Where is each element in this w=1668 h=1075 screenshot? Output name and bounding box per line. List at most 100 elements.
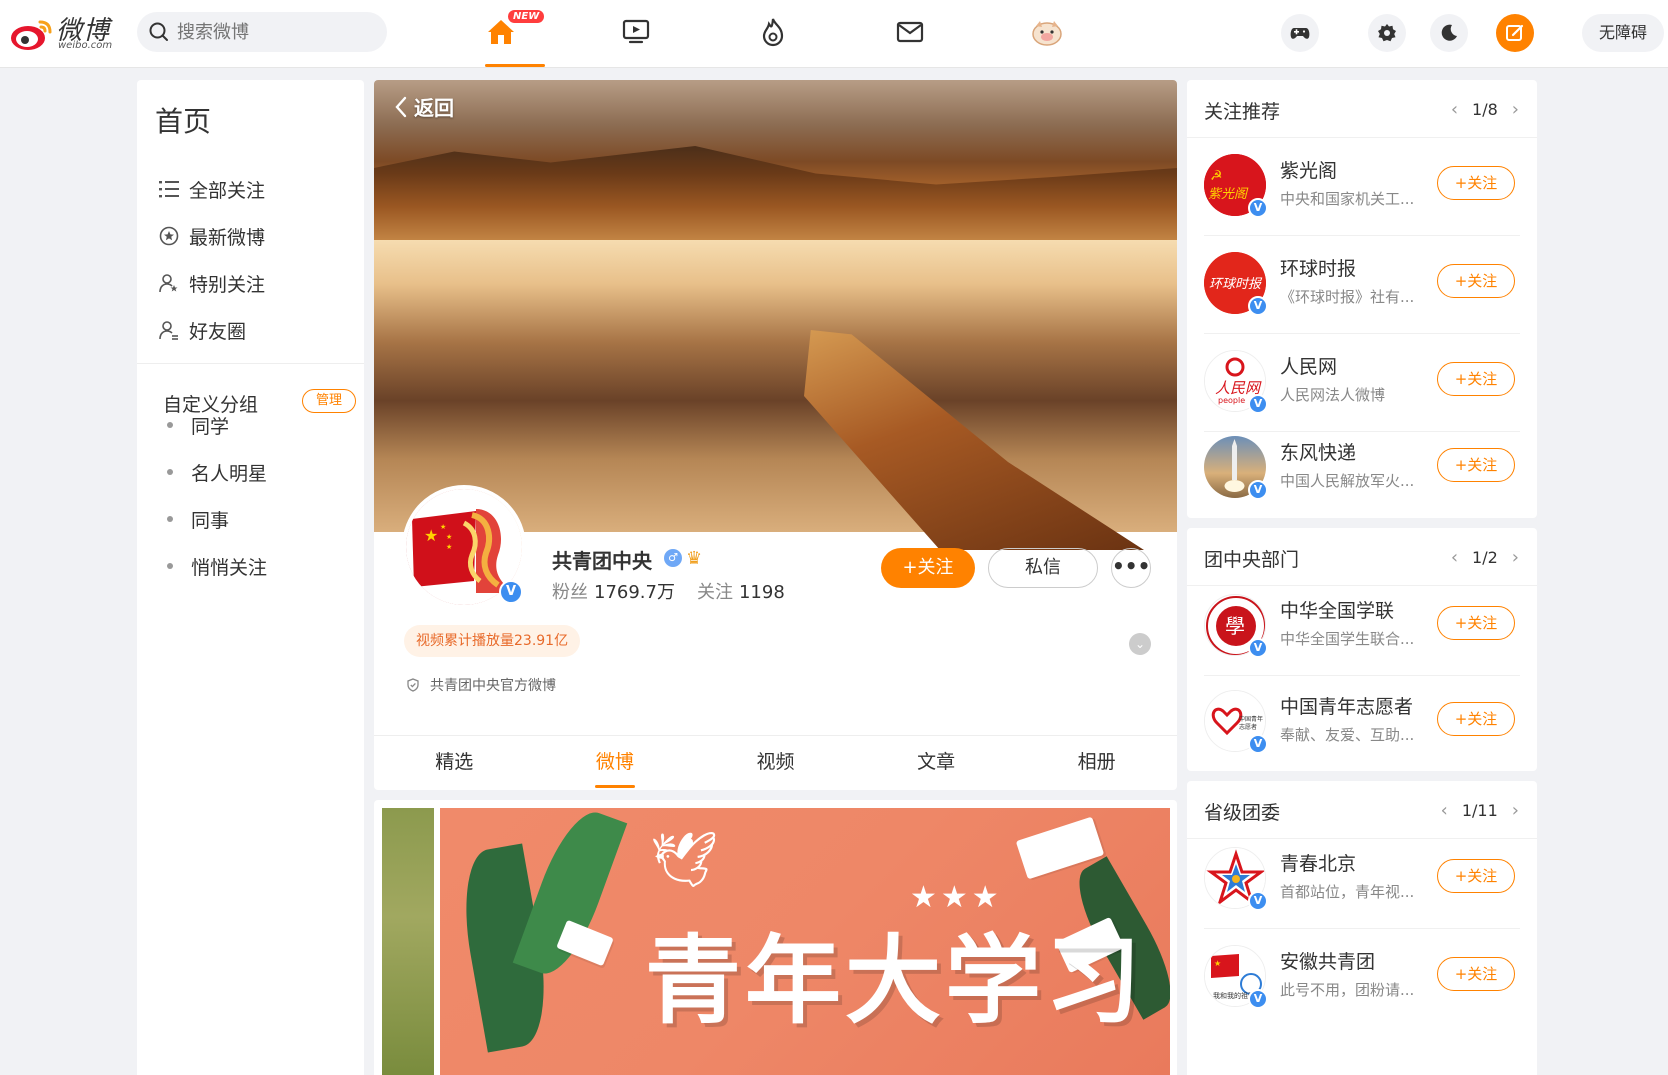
account-name[interactable]: 环球时报 [1280,254,1356,281]
official-text: 共青团中央官方微博 [430,678,556,694]
recommend-item[interactable]: V 青春北京 首都站位，青年视... +关注 [1187,831,1537,929]
account-name[interactable]: 中国青年志愿者 [1280,692,1413,719]
follow-button[interactable]: +关注 [1437,859,1515,893]
recommend-item[interactable]: ☭ 紫光阁 V 紫光阁 中央和国家机关工... +关注 [1187,138,1537,236]
chevron-left-icon [395,96,407,117]
verified-badge-icon: V [1248,198,1268,218]
sidebar-item-all-following[interactable]: 全部关注 [159,174,265,204]
profile-stats: 粉丝 1769.7万 关注 1198 [552,578,785,604]
group-label: 悄悄关注 [191,556,268,579]
message-button[interactable]: 私信 [988,548,1098,588]
group-item[interactable]: 同事 [167,504,229,534]
account-name[interactable]: 青春北京 [1280,849,1356,876]
recommend-item[interactable]: 环球时报 V 环球时报 《环球时报》社有... +关注 [1187,236,1537,334]
dark-mode-button[interactable] [1430,14,1468,52]
chevron-right-icon[interactable]: › [1512,547,1519,568]
edit-icon [1506,24,1524,41]
follow-button[interactable]: +关注 [1437,606,1515,640]
account-name[interactable]: 中华全国学联 [1280,596,1394,623]
recommend-card: 关注推荐 ‹ 1/8 › ☭ 紫光阁 V 紫光阁 中央和国家机关工... +关注… [1187,80,1537,518]
pinned-strip-image[interactable] [382,808,434,1075]
sidebar-item-label: 最新微博 [189,226,266,249]
flame-icon [762,18,784,47]
recommend-item[interactable]: 人民网 people V 人民网 人民网法人微博 +关注 [1187,334,1537,432]
tab-featured[interactable]: 精选 [374,736,535,790]
left-sidebar: 首页 全部关注 最新微博 特别关注 好友圈 自定义分组 管理 同学 名人明星 同… [137,80,364,1075]
tab-video[interactable]: 视频 [695,736,856,790]
account-name[interactable]: 东风快递 [1280,438,1356,465]
follow-button[interactable]: +关注 [1437,166,1515,200]
recommend-item[interactable]: 學 V 中华全国学联 中华全国学生联合... +关注 [1187,578,1537,676]
follow-button[interactable]: +关注 [1437,957,1515,991]
more-options-button[interactable]: ••• [1111,548,1151,588]
shield-icon [407,678,419,692]
search-box[interactable] [137,12,387,52]
follow-button[interactable]: +关注 [1437,448,1515,482]
follow-button[interactable]: +关注 [1437,702,1515,736]
recommend-item[interactable]: V 东风快递 中国人民解放军火... +关注 [1187,420,1537,518]
account-name[interactable]: 人民网 [1280,352,1337,379]
account-desc: 首都站位，青年视... [1280,883,1415,901]
follow-button[interactable]: +关注 [1437,362,1515,396]
chevron-left-icon[interactable]: ‹ [1441,800,1448,821]
group-item[interactable]: 悄悄关注 [167,551,267,581]
search-input[interactable] [177,20,367,44]
accessibility-button[interactable]: 无障碍 [1582,14,1664,52]
provincial-committees-card: 省级团委 ‹ 1/11 › V 青春北京 首都站位，青年视... +关注 ★ 我… [1187,781,1537,1075]
chevron-right-icon[interactable]: › [1512,800,1519,821]
sidebar-title[interactable]: 首页 [155,100,211,140]
sidebar-item-friends[interactable]: 好友圈 [159,315,246,345]
gamepad-icon [1290,28,1310,39]
svg-text:志愿者: 志愿者 [1239,723,1257,731]
back-button[interactable]: 返回 [394,92,454,121]
tab-articles[interactable]: 文章 [856,736,1017,790]
card-pager: ‹ 1/8 › [1437,99,1519,120]
nav-messages[interactable] [888,12,932,52]
sidebar-item-latest[interactable]: 最新微博 [159,221,265,251]
fans-count[interactable]: 1769.7万 [594,582,675,603]
compose-button[interactable] [1496,14,1534,52]
svg-text:紫光阁: 紫光阁 [1208,186,1249,202]
chevron-right-icon[interactable]: › [1512,99,1519,120]
group-label: 同事 [191,509,230,532]
following-label: 关注 [696,582,733,603]
video-play-count-tag: 视频累计播放量23.91亿 [404,625,581,657]
svg-text:环球时报: 环球时报 [1209,277,1263,292]
page-indicator: 1/11 [1461,801,1498,820]
game-button[interactable] [1281,14,1319,52]
recommend-item[interactable]: 中国青年 志愿者 V 中国青年志愿者 奉献、友爱、互助... +关注 [1187,674,1537,772]
follow-button[interactable]: +关注 [1437,264,1515,298]
following-count[interactable]: 1198 [739,582,785,603]
profile-name: 共青团中央 [552,549,652,573]
sidebar-item-special[interactable]: 特别关注 [159,268,265,298]
tab-weibo[interactable]: 微博 [535,736,696,790]
tab-album[interactable]: 相册 [1016,736,1177,790]
weibo-logo[interactable]: 微博 weibo.com [10,10,120,54]
group-item[interactable]: 名人明星 [167,457,267,487]
nav-video[interactable] [614,12,658,52]
group-label: 同学 [191,415,230,438]
chevron-left-icon[interactable]: ‹ [1451,99,1458,120]
account-name[interactable]: 紫光阁 [1280,156,1337,183]
bullet-icon [167,516,173,522]
user-group-icon [159,320,181,340]
chevron-left-icon[interactable]: ‹ [1451,547,1458,568]
dove-icon: 🕊 [650,828,719,891]
nav-hot[interactable] [751,12,795,52]
group-label: 名人明星 [191,462,268,485]
follow-button[interactable]: +关注 [881,548,975,588]
page-indicator: 1/8 [1472,100,1498,119]
card-title: 省级团委 [1204,802,1281,824]
expand-chevron-icon[interactable]: ⌄ [1129,633,1151,655]
nav-profile[interactable] [1025,12,1069,52]
post-image[interactable]: 🕊 ★★★ 青年大学习 [440,808,1170,1075]
recommend-item[interactable]: ★ 我和我的祖国 V 安徽共青团 此号不用，团粉请... +关注 [1187,929,1537,1027]
verified-badge-icon: V [1248,296,1268,316]
manage-groups-button[interactable]: 管理 [302,389,356,413]
group-item[interactable]: 同学 [167,410,229,440]
settings-button[interactable] [1368,14,1406,52]
account-name[interactable]: 安徽共青团 [1280,947,1375,974]
verified-badge-icon: V [1248,638,1268,658]
sidebar-item-label: 全部关注 [189,179,266,202]
account-desc: 此号不用，团粉请... [1280,981,1415,999]
